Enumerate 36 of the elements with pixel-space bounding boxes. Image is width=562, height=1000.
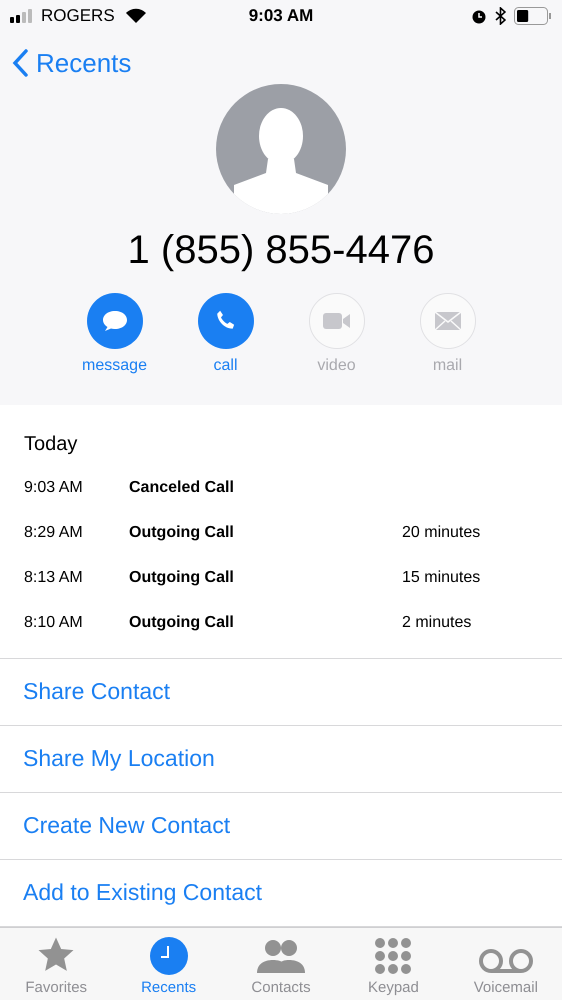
carrier-name: ROGERS xyxy=(41,6,115,26)
status-time: 9:03 AM xyxy=(248,6,314,26)
clock-icon xyxy=(150,937,188,975)
tab-bar-item[interactable]: Recents xyxy=(112,928,225,1000)
chevron-left-icon xyxy=(12,49,28,77)
call-type: Outgoing Call xyxy=(129,569,235,588)
call-duration: 2 minutes xyxy=(402,614,472,632)
envelope-icon xyxy=(434,311,462,331)
two-people-icon xyxy=(255,937,308,975)
tab-bar-item[interactable]: Favorites xyxy=(0,928,112,1000)
call-time: 8:29 AM xyxy=(24,524,84,542)
call-type: Outgoing Call xyxy=(129,614,235,632)
call-time: 8:13 AM xyxy=(24,569,84,588)
call-duration: 15 minutes xyxy=(402,569,482,588)
call-time: 8:10 AM xyxy=(24,614,84,632)
call-duration: 20 minutes xyxy=(402,524,482,542)
voicemail-icon xyxy=(478,947,534,975)
call-time: 9:03 AM xyxy=(24,479,84,498)
bluetooth-icon xyxy=(495,7,506,25)
keypad-icon xyxy=(374,937,412,975)
call-type: Outgoing Call xyxy=(129,524,235,542)
wifi-icon xyxy=(124,8,147,24)
video-camera-icon xyxy=(322,311,352,331)
battery-icon xyxy=(514,7,552,25)
speech-bubble-icon xyxy=(100,309,128,333)
call-type: Canceled Call xyxy=(129,479,235,498)
contact-option[interactable]: Create New Contact xyxy=(0,792,562,860)
section-heading: Today xyxy=(24,432,78,456)
tab-bar-item[interactable]: Contacts xyxy=(224,928,338,1000)
back-button[interactable]: Recents xyxy=(12,48,132,78)
alarm-clock-icon xyxy=(471,8,487,24)
contact-option[interactable]: Share Contact xyxy=(0,658,562,726)
tab-bar-item[interactable]: Keypad xyxy=(337,928,450,1000)
tab-bar-item[interactable]: Voicemail xyxy=(450,928,562,1000)
contact-option[interactable]: Share My Location xyxy=(0,726,562,793)
phone-number: 1 (855) 855-4476 xyxy=(126,228,436,273)
